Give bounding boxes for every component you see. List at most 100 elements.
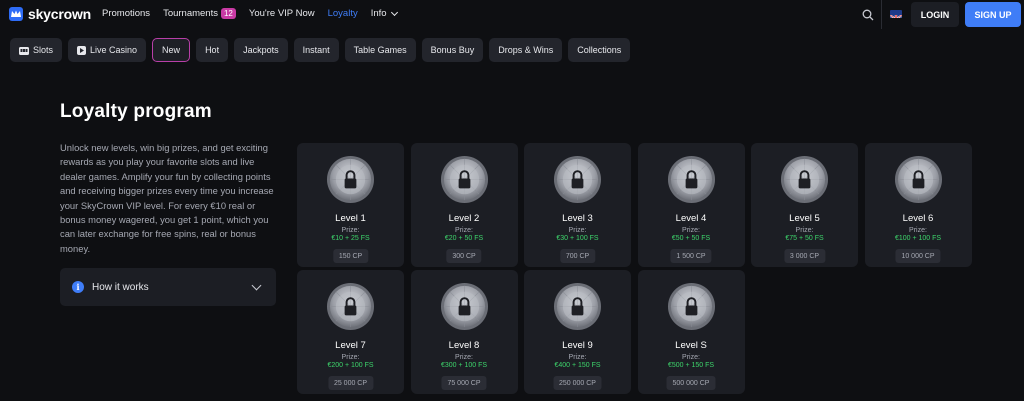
level-card[interactable]: Level 5 Prize: €75 + 50 FS 3 000 CP — [751, 143, 858, 267]
locked-medal-icon — [440, 155, 489, 204]
points-requirement-badge: 500 000 CP — [666, 376, 716, 390]
category-slots[interactable]: Slots — [10, 38, 63, 62]
level-name: Level 4 — [675, 213, 707, 224]
category-new[interactable]: New — [152, 38, 191, 62]
prize-value: €300 + 100 FS — [440, 362, 488, 369]
category-label: Collections — [577, 45, 622, 55]
category-label: New — [162, 45, 181, 55]
header-divider — [881, 0, 882, 29]
level-card[interactable]: Level 9 Prize: €400 + 150 FS 250 000 CP — [524, 270, 631, 394]
category-label: Bonus Buy — [430, 45, 475, 55]
points-requirement-badge: 150 CP — [332, 249, 369, 263]
locked-medal-icon — [894, 155, 943, 204]
category-instant[interactable]: Instant — [293, 38, 339, 62]
slots-icon — [19, 46, 29, 55]
nav-loyalty[interactable]: Loyalty — [328, 8, 358, 19]
category-hot[interactable]: Hot — [196, 38, 229, 62]
signup-button[interactable]: SIGN UP — [965, 2, 1021, 27]
level-card[interactable]: Level 8 Prize: €300 + 100 FS 75 000 CP — [410, 270, 518, 394]
prize-label: Prize: — [341, 354, 360, 361]
locked-medal-icon — [780, 155, 829, 204]
nav-label: Tournaments — [163, 8, 218, 19]
level-name: Level 7 — [335, 340, 366, 351]
level-name: Level 1 — [335, 213, 366, 224]
prize-value: €10 + 25 FS — [331, 235, 370, 242]
locked-medal-icon — [667, 155, 716, 204]
prize-value: €500 + 150 FS — [667, 362, 715, 369]
level-name: Level 5 — [789, 213, 820, 224]
search-button[interactable] — [856, 4, 880, 26]
level-name: Level 2 — [448, 213, 480, 224]
nav-tournaments[interactable]: Tournaments 12 — [163, 8, 236, 19]
prize-label: Prize: — [568, 354, 587, 361]
uk-flag-icon[interactable] — [890, 10, 902, 18]
category-label: Live Casino — [90, 45, 138, 55]
points-requirement-badge: 1 500 CP — [670, 249, 712, 263]
prize-label: Prize: — [909, 227, 927, 234]
prize-value: €100 + 100 FS — [894, 235, 942, 242]
chevron-down-icon — [251, 280, 262, 291]
page-title: Loyalty program — [60, 101, 212, 122]
prize-value: €200 + 100 FS — [327, 362, 374, 369]
play-icon — [77, 45, 87, 55]
level-card[interactable]: Level S Prize: €500 + 150 FS 500 000 CP — [637, 270, 745, 394]
prize-label: Prize: — [341, 227, 360, 234]
level-name: Level 3 — [562, 213, 593, 224]
chevron-down-icon — [390, 8, 398, 16]
locked-medal-icon — [667, 282, 716, 331]
logo-text: skycrown — [28, 6, 91, 22]
level-name: Level 6 — [902, 213, 934, 224]
login-button[interactable]: LOGIN — [911, 2, 959, 27]
category-table-games[interactable]: Table Games — [344, 38, 416, 62]
category-jackpots[interactable]: Jackpots — [234, 38, 288, 62]
loyalty-description: Unlock new levels, win big prizes, and g… — [60, 142, 274, 254]
how-it-works-label: How it works — [92, 281, 149, 293]
points-requirement-badge: 3 000 CP — [783, 249, 826, 263]
level-card[interactable]: Level 3 Prize: €30 + 100 FS 700 CP — [524, 143, 631, 267]
locked-medal-icon — [553, 155, 602, 204]
category-bonus-buy[interactable]: Bonus Buy — [421, 38, 484, 62]
nav-promotions[interactable]: Promotions — [102, 8, 150, 19]
prize-label: Prize: — [682, 354, 700, 361]
level-card[interactable]: Level 1 Prize: €10 + 25 FS 150 CP — [297, 143, 404, 267]
how-it-works-accordion[interactable]: i How it works — [60, 268, 276, 306]
prize-label: Prize: — [682, 227, 700, 234]
category-label: Jackpots — [243, 45, 279, 55]
prize-label: Prize: — [455, 227, 473, 234]
category-drops-wins[interactable]: Drops & Wins — [489, 38, 563, 62]
search-icon — [862, 9, 874, 21]
locked-medal-icon — [553, 282, 602, 331]
points-requirement-badge: 10 000 CP — [895, 249, 941, 263]
category-label: Slots — [33, 45, 54, 55]
logo[interactable]: skycrown — [9, 6, 91, 22]
info-icon: i — [72, 281, 84, 293]
points-requirement-badge: 75 000 CP — [441, 376, 487, 390]
locked-medal-icon — [326, 155, 375, 204]
points-requirement-badge: 700 CP — [559, 249, 596, 263]
category-collections[interactable]: Collections — [568, 38, 631, 62]
points-requirement-badge: 25 000 CP — [327, 376, 374, 390]
nav-label: Loyalty — [327, 8, 358, 19]
category-bar: Slots Live Casino New Hot Jackpots Insta… — [10, 38, 631, 62]
nav-info[interactable]: Info — [371, 8, 398, 19]
level-name: Level 9 — [562, 340, 593, 351]
level-card[interactable]: Level 7 Prize: €200 + 100 FS 25 000 CP — [297, 270, 404, 394]
prize-label: Prize: — [568, 227, 587, 234]
locked-medal-icon — [440, 282, 489, 331]
category-live-casino[interactable]: Live Casino — [68, 38, 147, 62]
locked-medal-icon — [326, 282, 375, 331]
level-card[interactable]: Level 2 Prize: €20 + 50 FS 300 CP — [410, 143, 518, 267]
category-label: Hot — [205, 45, 220, 55]
main-nav: Promotions Tournaments 12 You're VIP Now … — [102, 8, 410, 19]
nav-vip[interactable]: You're VIP Now — [249, 8, 315, 19]
level-name: Level 8 — [448, 340, 480, 351]
prize-value: €30 + 100 FS — [556, 235, 599, 242]
category-label: Instant — [302, 45, 330, 55]
level-card[interactable]: Level 6 Prize: €100 + 100 FS 10 000 CP — [864, 143, 972, 267]
prize-label: Prize: — [455, 354, 473, 361]
prize-value: €50 + 50 FS — [671, 235, 711, 242]
tournaments-count-badge: 12 — [220, 8, 236, 19]
category-label: Drops & Wins — [498, 45, 554, 55]
prize-value: €20 + 50 FS — [444, 235, 484, 242]
level-card[interactable]: Level 4 Prize: €50 + 50 FS 1 500 CP — [637, 143, 745, 267]
